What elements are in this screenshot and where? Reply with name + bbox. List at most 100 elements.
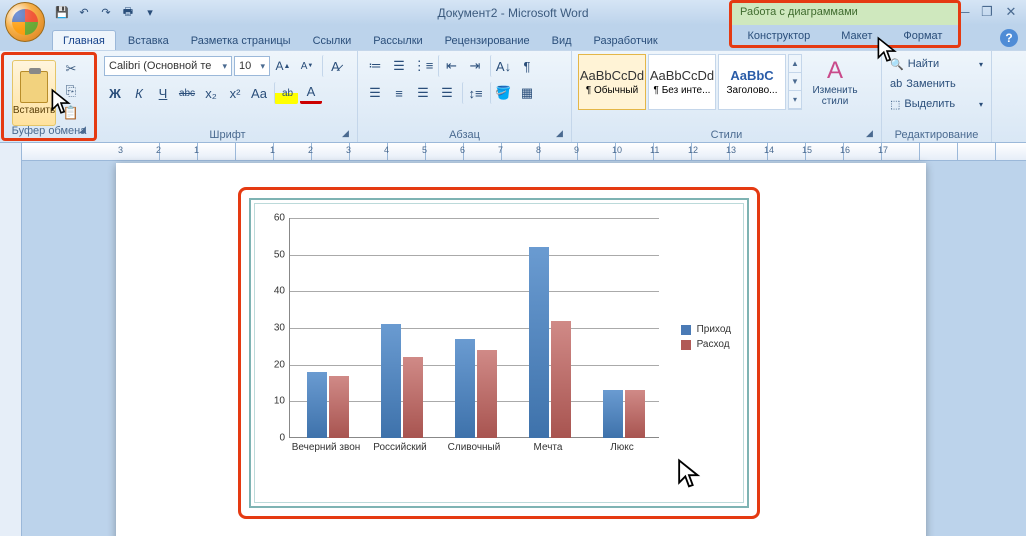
- vertical-ruler[interactable]: [0, 143, 22, 536]
- chart-y-axis: 0102030405060: [273, 218, 287, 438]
- style-normal[interactable]: AaBbCcDd ¶ Обычный: [578, 54, 646, 110]
- align-left-button[interactable]: ☰: [364, 82, 386, 104]
- paragraph-dialog-launcher[interactable]: ◢: [556, 128, 568, 140]
- change-styles-button[interactable]: A Изменить стили: [808, 54, 862, 110]
- styles-dialog-launcher[interactable]: ◢: [866, 128, 878, 140]
- chart-selection-highlight: 0102030405060 Вечерний звонРоссийскийСли…: [238, 187, 760, 519]
- maximize-button[interactable]: ❐: [978, 4, 996, 20]
- style-name: ¶ Без инте...: [654, 85, 711, 96]
- select-button[interactable]: ⬚Выделить▾: [888, 94, 985, 114]
- numbering-button[interactable]: ☰: [388, 55, 410, 77]
- style-preview: AaBbC: [730, 68, 773, 83]
- editing-group-label: Редактирование: [882, 129, 991, 141]
- chart-legend[interactable]: ПриходРасход: [681, 320, 731, 354]
- chart-object[interactable]: 0102030405060 Вечерний звонРоссийскийСли…: [249, 198, 749, 508]
- style-name: Заголово...: [727, 85, 778, 96]
- document-workspace: 3211234567891011121314151617 01020304050…: [0, 143, 1026, 536]
- tab-mailings[interactable]: Рассылки: [363, 31, 432, 50]
- superscript-button[interactable]: x²: [224, 82, 246, 104]
- paste-button[interactable]: Вставить: [12, 60, 56, 126]
- chart-plot-area[interactable]: [289, 218, 659, 438]
- page[interactable]: 0102030405060 Вечерний звонРоссийскийСли…: [116, 163, 926, 536]
- format-painter-button[interactable]: 📋: [60, 103, 82, 123]
- tab-home[interactable]: Главная: [52, 30, 116, 50]
- tab-page-layout[interactable]: Разметка страницы: [181, 31, 301, 50]
- font-group-label: Шрифт: [98, 129, 357, 141]
- justify-button[interactable]: ☰: [436, 82, 458, 104]
- replace-button[interactable]: ab Заменить: [888, 74, 985, 94]
- change-case-button[interactable]: Aa: [248, 82, 270, 104]
- strikethrough-button[interactable]: abc: [176, 82, 198, 104]
- shading-button[interactable]: 🪣: [490, 82, 514, 104]
- bullets-button[interactable]: ≔: [364, 55, 386, 77]
- tab-review[interactable]: Рецензирование: [435, 31, 540, 50]
- chart-x-labels: Вечерний звонРоссийскийСливочныйМечтаЛюк…: [289, 442, 659, 472]
- shrink-font-button[interactable]: A▼: [296, 55, 318, 77]
- tab-format[interactable]: Формат: [897, 27, 948, 45]
- tab-insert[interactable]: Вставка: [118, 31, 179, 50]
- window-title: Документ2 - Microsoft Word: [437, 6, 588, 20]
- copy-button[interactable]: ⎘: [60, 81, 82, 101]
- line-spacing-button[interactable]: ↕≡: [462, 82, 486, 104]
- horizontal-ruler[interactable]: 3211234567891011121314151617: [22, 143, 1026, 161]
- paste-label: Вставить: [13, 105, 55, 116]
- borders-button[interactable]: ▦: [516, 82, 538, 104]
- bold-button[interactable]: Ж: [104, 82, 126, 104]
- title-bar: 💾 ↶ ↷ 🖶 ▾ Документ2 - Microsoft Word Раб…: [0, 0, 1026, 25]
- help-button[interactable]: ?: [1000, 29, 1018, 47]
- close-button[interactable]: ✕: [1002, 4, 1020, 20]
- undo-button[interactable]: ↶: [74, 3, 94, 23]
- italic-button[interactable]: К: [128, 82, 150, 104]
- font-dialog-launcher[interactable]: ◢: [342, 128, 354, 140]
- tab-design[interactable]: Конструктор: [742, 27, 817, 45]
- tab-references[interactable]: Ссылки: [303, 31, 362, 50]
- style-gallery-scroll[interactable]: ▲▼▾: [788, 54, 802, 110]
- align-right-button[interactable]: ☰: [412, 82, 434, 104]
- decrease-indent-button[interactable]: ⇤: [438, 55, 462, 77]
- subscript-button[interactable]: x₂: [200, 82, 222, 104]
- style-heading1[interactable]: AaBbC Заголово...: [718, 54, 786, 110]
- ribbon: Вставить ✂ ⎘ 📋 Буфер обмена ◢ Calibri (О…: [0, 50, 1026, 143]
- multilevel-list-button[interactable]: ⋮≡: [412, 55, 434, 77]
- font-color-button[interactable]: A: [300, 82, 322, 104]
- increase-indent-button[interactable]: ⇥: [464, 55, 486, 77]
- styles-group-label: Стили: [572, 129, 881, 141]
- tab-layout[interactable]: Макет: [835, 27, 878, 45]
- font-size-combo[interactable]: 10▾: [234, 56, 270, 76]
- tab-view[interactable]: Вид: [542, 31, 582, 50]
- chart-tools-title: Работа с диаграммами: [740, 6, 858, 18]
- group-clipboard: Вставить ✂ ⎘ 📋 Буфер обмена ◢: [1, 52, 97, 141]
- replace-label: Заменить: [906, 78, 955, 90]
- save-button[interactable]: 💾: [52, 3, 72, 23]
- clipboard-dialog-launcher[interactable]: ◢: [79, 124, 91, 136]
- sort-button[interactable]: A↓: [490, 55, 514, 77]
- find-button[interactable]: 🔍Найти▾: [888, 54, 985, 74]
- underline-button[interactable]: Ч: [152, 82, 174, 104]
- grow-font-button[interactable]: A▲: [272, 55, 294, 77]
- office-button[interactable]: [5, 2, 45, 42]
- find-icon: 🔍: [890, 58, 904, 71]
- show-marks-button[interactable]: ¶: [516, 55, 538, 77]
- quick-print-button[interactable]: 🖶: [118, 3, 138, 23]
- highlight-button[interactable]: ab: [274, 82, 298, 104]
- font-name-value: Calibri (Основной те: [109, 60, 211, 72]
- chart-tools-contextual-tabs: Работа с диаграммами Конструктор Макет Ф…: [729, 0, 961, 48]
- tab-developer[interactable]: Разработчик: [584, 31, 668, 50]
- font-size-value: 10: [239, 60, 251, 72]
- style-preview: AaBbCcDd: [650, 68, 714, 83]
- redo-button[interactable]: ↷: [96, 3, 116, 23]
- style-no-spacing[interactable]: AaBbCcDd ¶ Без инте...: [648, 54, 716, 110]
- replace-icon: ab: [890, 78, 902, 90]
- group-styles: AaBbCcDd ¶ Обычный AaBbCcDd ¶ Без инте..…: [572, 51, 882, 142]
- align-center-button[interactable]: ≡: [388, 82, 410, 104]
- change-styles-label: Изменить стили: [808, 85, 862, 107]
- window-controls: — ❐ ✕: [954, 4, 1020, 20]
- style-name: ¶ Обычный: [586, 85, 638, 96]
- qat-customize[interactable]: ▾: [140, 3, 160, 23]
- cut-button[interactable]: ✂: [60, 59, 82, 79]
- font-name-combo[interactable]: Calibri (Основной те▾: [104, 56, 232, 76]
- document-area[interactable]: 3211234567891011121314151617 01020304050…: [22, 143, 1026, 536]
- group-paragraph: ≔ ☰ ⋮≡ ⇤ ⇥ A↓ ¶ ☰ ≡ ☰ ☰ ↕≡ 🪣 ▦ Абзац ◢: [358, 51, 572, 142]
- find-label: Найти: [908, 58, 939, 70]
- clear-formatting-button[interactable]: A̷: [322, 55, 346, 77]
